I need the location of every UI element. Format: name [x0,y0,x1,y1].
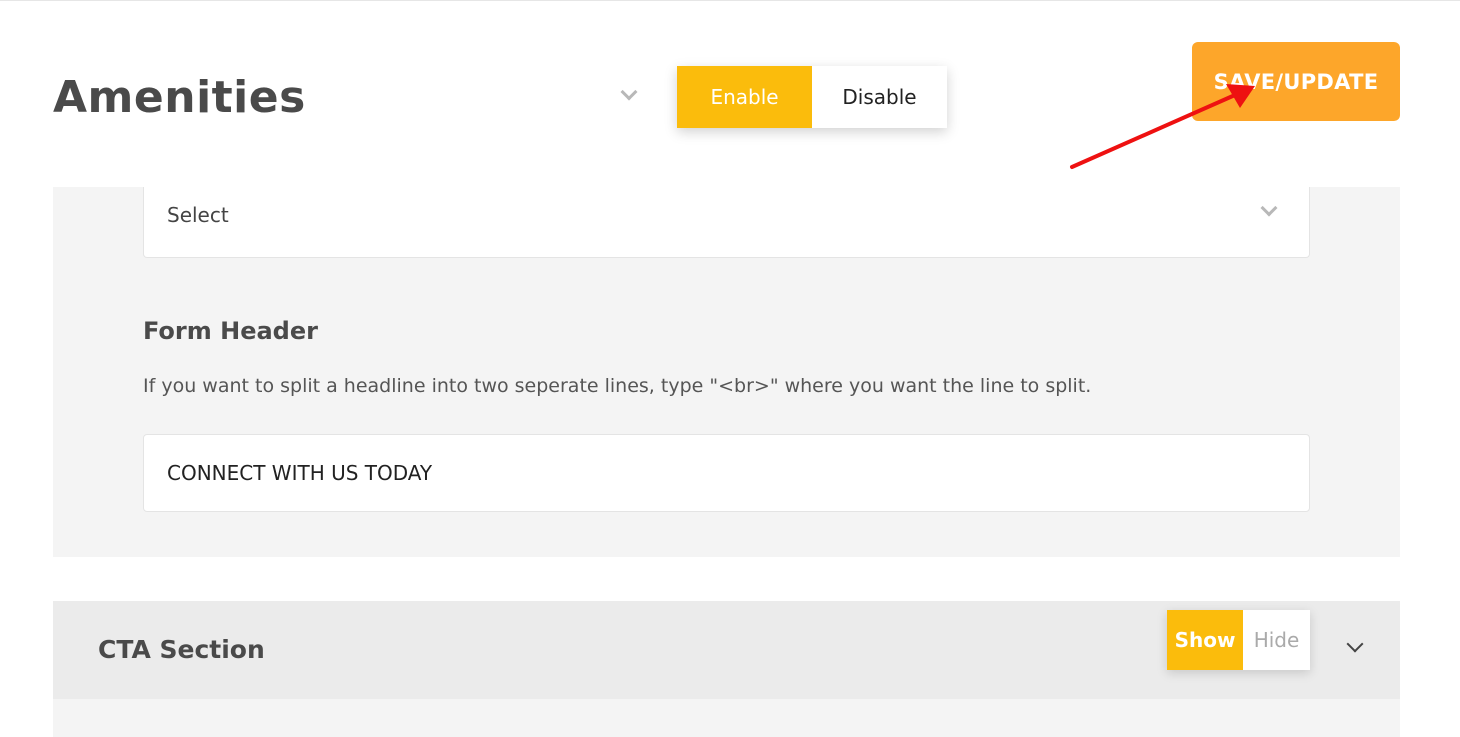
top-divider [0,0,1460,1]
enable-disable-toggle[interactable]: Enable Disable [677,66,947,128]
hide-option[interactable]: Hide [1243,610,1310,670]
enable-option[interactable]: Enable [677,66,812,128]
help-text: If you want to split a headline into two… [143,375,1092,397]
chevron-down-icon[interactable] [1346,635,1364,653]
cta-section-header[interactable]: CTA Section Show Hide [53,601,1400,699]
chevron-down-icon [1260,199,1278,217]
show-hide-toggle[interactable]: Show Hide [1167,610,1310,670]
page-title: Amenities [53,72,306,123]
amenities-panel: Select Form Header If you want to split … [53,187,1400,557]
disable-option[interactable]: Disable [812,66,947,128]
cta-section-body [53,699,1400,737]
cta-section-title: CTA Section [98,635,265,664]
form-header-input[interactable]: CONNECT WITH US TODAY [143,434,1310,512]
show-option[interactable]: Show [1167,610,1243,670]
save-update-button[interactable]: SAVE/UPDATE [1192,42,1400,121]
chevron-down-icon[interactable] [620,83,638,101]
select-value: Select [167,203,229,227]
select-dropdown[interactable]: Select [143,187,1310,258]
form-header-label: Form Header [143,317,318,345]
